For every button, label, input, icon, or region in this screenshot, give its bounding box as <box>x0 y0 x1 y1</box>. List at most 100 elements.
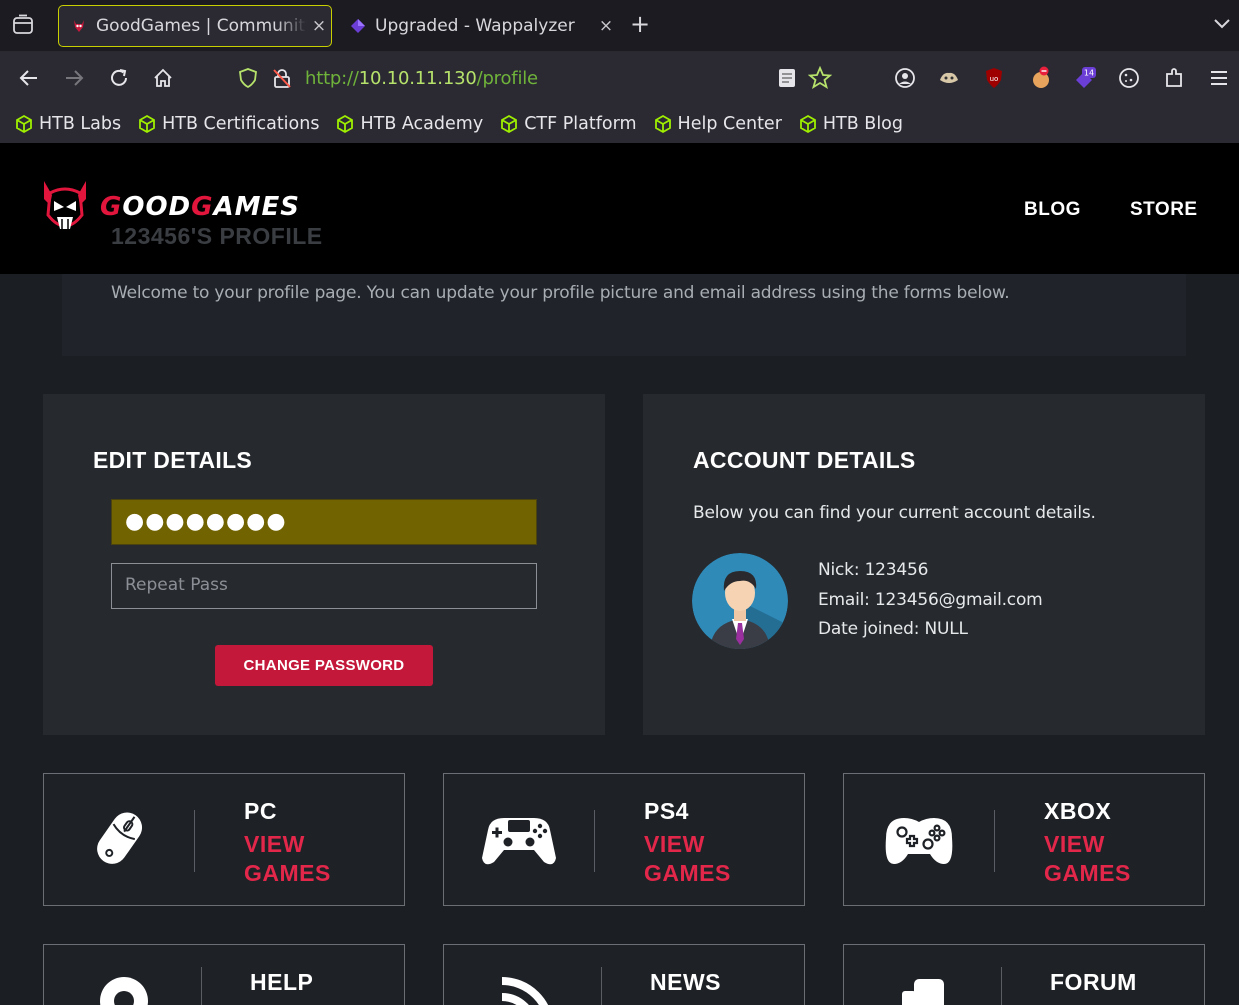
category-xbox[interactable]: XBOX VIEW GAMES <box>843 773 1205 906</box>
avatar <box>692 553 788 649</box>
account-description: Below you can find your current account … <box>693 503 1096 523</box>
welcome-text: Welcome to your profile page. You can up… <box>111 283 1010 303</box>
tab-close-icon[interactable]: × <box>307 16 331 36</box>
chevron-down-icon[interactable] <box>1213 14 1231 32</box>
repeat-password-field[interactable]: Repeat Pass <box>111 563 537 609</box>
bookmark-label: HTB Blog <box>822 113 903 134</box>
link-line: GAMES <box>644 860 731 886</box>
htb-cube-icon <box>139 114 156 133</box>
tab-title: Upgraded - Wappalyzer <box>375 16 575 36</box>
link-line: VIEW <box>644 831 705 857</box>
profile-title: 123456'S PROFILE <box>111 223 323 249</box>
bookmark-label: HTB Academy <box>360 113 484 134</box>
bookmark-help-center[interactable]: Help Center <box>653 114 782 134</box>
tab-wappalyzer[interactable]: Upgraded - Wappalyzer × <box>340 5 618 47</box>
browser-nav-bar: http://10.10.11.130/profile uo 14 <box>0 52 1239 104</box>
hamburger-menu-icon[interactable] <box>1207 66 1231 90</box>
foxyproxy-icon[interactable] <box>937 66 961 90</box>
wappalyzer-favicon-icon <box>351 19 365 33</box>
url-host: 10.10.11.130 <box>358 68 477 89</box>
reader-view-icon[interactable] <box>775 66 799 90</box>
link-line: VIEW <box>244 831 305 857</box>
htb-cube-icon <box>501 114 518 133</box>
category-name: HELP <box>250 969 314 995</box>
category-name: FORUM <box>1050 969 1137 995</box>
change-password-button[interactable]: CHANGE PASSWORD <box>215 645 433 686</box>
bookmark-label: HTB Certifications <box>162 113 320 134</box>
htb-cube-icon <box>337 114 354 133</box>
category-name: XBOX <box>1044 798 1112 824</box>
page-viewport: 123456'S PROFILE GOODGAMES BLOG STORE We… <box>0 143 1239 1005</box>
category-divider <box>994 810 995 872</box>
goodgames-logo-text[interactable]: GOODGAMES <box>100 192 300 222</box>
link-line: VIEW <box>1044 831 1105 857</box>
account-date-joined: Date joined: NULL <box>818 619 968 639</box>
category-name: NEWS <box>650 969 721 995</box>
category-ps4[interactable]: PS4 VIEW GAMES <box>443 773 805 906</box>
bookmark-label: HTB Labs <box>39 113 122 134</box>
insecure-lock-icon[interactable] <box>271 67 293 89</box>
edit-details-panel: EDIT DETAILS ●●●●●●●● Repeat Pass CHANGE… <box>43 394 605 735</box>
htb-cube-icon <box>654 114 671 133</box>
category-divider <box>601 967 602 1005</box>
account-nick: Nick: 123456 <box>818 560 929 580</box>
category-help[interactable]: HELP <box>43 944 405 1005</box>
view-games-link[interactable]: VIEW GAMES <box>1044 830 1131 888</box>
shield-icon[interactable] <box>237 67 259 89</box>
bookmark-label: CTF Platform <box>524 113 637 134</box>
lifebuoy-icon <box>100 977 148 1005</box>
category-news[interactable]: NEWS <box>443 944 805 1005</box>
xbox-controller-icon <box>885 818 953 864</box>
link-line: GAMES <box>1044 860 1131 886</box>
logo-letters: AMES <box>213 192 300 222</box>
htb-cube-icon <box>16 114 32 133</box>
svg-text:uo: uo <box>990 75 999 83</box>
forum-icon <box>902 979 944 1005</box>
ublock-origin-icon[interactable]: uo <box>982 66 1006 90</box>
account-email: Email: 123456@gmail.com <box>818 590 1043 610</box>
wappalyzer-icon[interactable]: 14 <box>1072 66 1096 90</box>
bookmark-htb-certifications[interactable]: HTB Certifications <box>137 114 319 134</box>
bookmark-htb-academy[interactable]: HTB Academy <box>335 114 483 134</box>
category-divider <box>594 810 595 872</box>
url-text: http://10.10.11.130/profile <box>305 68 538 89</box>
extension-badge: 14 <box>1084 69 1094 78</box>
new-tab-button[interactable]: + <box>630 12 650 36</box>
goodgames-logo-icon[interactable] <box>40 179 90 239</box>
tab-title: GoodGames | Community and Store HTML Gam… <box>96 16 307 36</box>
tab-goodgames[interactable]: GoodGames | Community and Store HTML Gam… <box>58 5 332 47</box>
cookie-icon[interactable] <box>1117 66 1141 90</box>
category-divider <box>1001 967 1002 1005</box>
forward-arrow-icon[interactable] <box>63 67 85 89</box>
category-name: PC <box>244 798 277 824</box>
bookmark-htb-blog[interactable]: HTB Blog <box>798 114 903 134</box>
account-details-title: ACCOUNT DETAILS <box>693 447 916 473</box>
account-details-panel: ACCOUNT DETAILS Below you can find your … <box>643 394 1205 735</box>
new-password-field[interactable]: ●●●●●●●● <box>111 499 537 545</box>
url-path: /profile <box>476 68 539 89</box>
reload-icon[interactable] <box>108 67 130 89</box>
logo-letters: OOD <box>122 192 192 222</box>
bookmarks-toolbar: HTB Labs HTB Certifications HTB Academy … <box>0 104 1239 143</box>
view-games-link[interactable]: VIEW GAMES <box>644 830 731 888</box>
home-icon[interactable] <box>152 67 174 89</box>
view-games-link[interactable]: VIEW GAMES <box>244 830 331 888</box>
tab-close-icon[interactable]: × <box>594 16 618 36</box>
tab-list-icon[interactable] <box>12 14 34 36</box>
nav-blog-link[interactable]: BLOG <box>1024 199 1081 221</box>
bookmark-ctf-platform[interactable]: CTF Platform <box>499 113 637 134</box>
star-icon[interactable] <box>808 66 832 90</box>
category-name: PS4 <box>644 798 689 824</box>
cookie-blocker-icon[interactable] <box>1029 66 1053 90</box>
category-pc[interactable]: PC VIEW GAMES <box>43 773 405 906</box>
mouse-icon <box>97 812 143 864</box>
bookmark-htb-labs[interactable]: HTB Labs <box>14 114 121 134</box>
account-icon[interactable] <box>893 66 917 90</box>
category-divider <box>201 967 202 1005</box>
extensions-puzzle-icon[interactable] <box>1162 66 1186 90</box>
back-arrow-icon[interactable] <box>18 67 40 89</box>
ps4-controller-icon <box>482 818 556 865</box>
url-scheme: http:// <box>305 68 359 89</box>
nav-store-link[interactable]: STORE <box>1130 199 1198 221</box>
category-forum[interactable]: FORUM <box>843 944 1205 1005</box>
